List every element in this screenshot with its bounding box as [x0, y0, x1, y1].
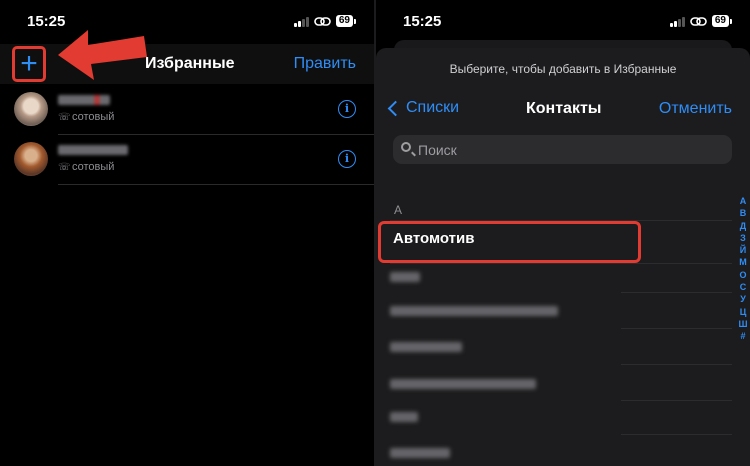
index-letter[interactable]: Д [738, 220, 748, 232]
index-letter[interactable]: З [738, 232, 748, 244]
contact-item[interactable]: Автомотив [393, 230, 474, 247]
favorite-subtitle: сотовый [72, 161, 115, 173]
status-icons: 69 [669, 15, 732, 27]
search-icon [401, 142, 411, 152]
alphabet-index[interactable]: А В Д З Й М О С У Ц Ш # [738, 195, 748, 343]
divider [621, 434, 732, 435]
cellular-signal-icon [293, 16, 309, 27]
index-letter[interactable]: У [738, 293, 748, 305]
contact-item-redacted[interactable] [390, 272, 420, 282]
index-letter[interactable]: С [738, 281, 748, 293]
battery-tip [730, 18, 732, 24]
index-letter[interactable]: А [738, 195, 748, 207]
index-letter[interactable]: Ц [738, 306, 748, 318]
favorite-row[interactable]: ☏ сотовый i [0, 86, 374, 136]
contact-item-redacted[interactable] [390, 412, 418, 422]
battery-icon: 69 [711, 15, 729, 27]
avatar [14, 142, 48, 176]
favorites-screen: 15:25 69 + Избранные Править ☏ сотовый i [0, 0, 374, 466]
contacts-sheet: Выберите, чтобы добавить в Избранные Спи… [376, 48, 750, 466]
index-letter[interactable]: Ш [738, 318, 748, 330]
favorite-subtitle: сотовый [72, 111, 115, 123]
index-letter[interactable]: # [738, 330, 748, 342]
index-letter[interactable]: В [738, 207, 748, 219]
contact-item-redacted[interactable] [390, 306, 558, 316]
contact-name-redacted [58, 95, 110, 105]
phone-icon: ☏ [58, 162, 71, 173]
index-letter[interactable]: Й [738, 244, 748, 256]
index-letter[interactable]: О [738, 269, 748, 281]
contact-item-redacted[interactable] [390, 379, 536, 389]
link-icon [314, 16, 331, 26]
chevron-left-icon [387, 100, 404, 116]
divider [621, 328, 732, 329]
add-favorite-button[interactable]: + [12, 46, 46, 82]
phone-icon: ☏ [58, 112, 71, 123]
divider [621, 292, 732, 293]
divider [621, 400, 732, 401]
status-icons: 69 [293, 15, 356, 27]
status-bar: 15:25 69 [376, 0, 750, 44]
divider [390, 263, 732, 264]
contacts-picker-screen: 15:25 69 Выберите, чтобы добавить в Избр… [376, 0, 750, 466]
cellular-signal-icon [669, 16, 685, 27]
back-button[interactable]: Списки [386, 99, 459, 117]
edit-button[interactable]: Править [294, 55, 356, 73]
contact-item-redacted[interactable] [390, 342, 462, 352]
contact-item-redacted[interactable] [390, 448, 450, 458]
divider [621, 364, 732, 365]
favorite-row[interactable]: ☏ сотовый i [0, 136, 374, 186]
index-letter[interactable]: М [738, 256, 748, 268]
status-time: 15:25 [403, 13, 442, 30]
contact-name-redacted [58, 145, 128, 155]
battery-tip [354, 18, 356, 24]
sheet-prompt: Выберите, чтобы добавить в Избранные [449, 62, 677, 76]
annotation-arrow-icon [58, 30, 147, 80]
search-field[interactable]: Поиск [393, 135, 732, 164]
battery-icon: 69 [335, 15, 353, 27]
back-label: Списки [406, 99, 460, 116]
cancel-button[interactable]: Отменить [659, 100, 732, 118]
search-placeholder: Поиск [418, 142, 457, 158]
divider [58, 134, 374, 135]
avatar [14, 92, 48, 126]
section-header: А [394, 203, 403, 217]
page-title: Контакты [526, 100, 602, 117]
divider [58, 184, 374, 185]
info-icon[interactable]: i [338, 100, 356, 118]
link-icon [690, 16, 707, 26]
info-icon[interactable]: i [338, 150, 356, 168]
